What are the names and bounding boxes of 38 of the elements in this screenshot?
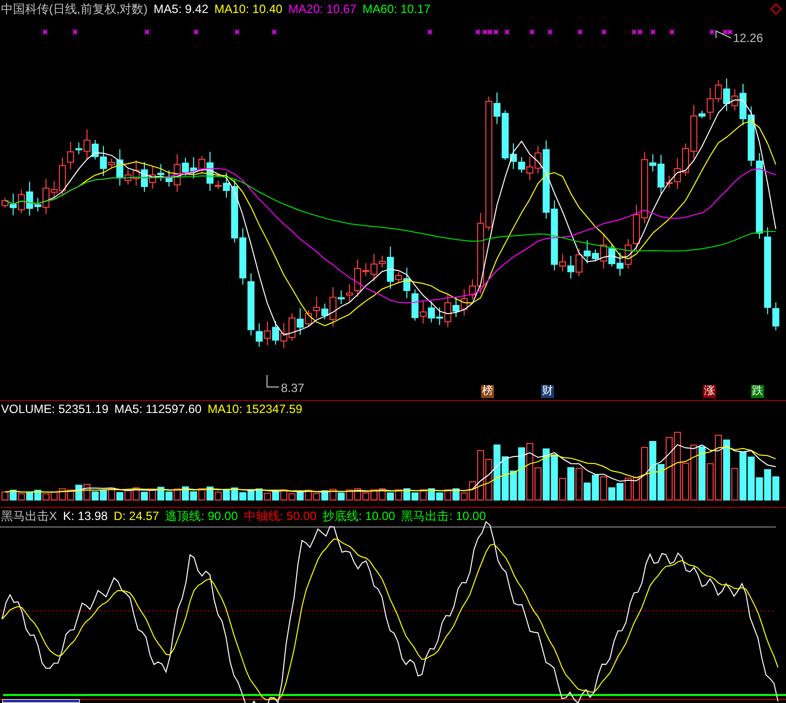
legend-label: 黑马出击X [1, 508, 58, 524]
cross-icon [72, 29, 78, 35]
event-tag[interactable]: 财 [541, 385, 554, 398]
legend-label: 黑马出击: 10.00 [401, 508, 486, 524]
event-tag[interactable]: 榜 [481, 385, 494, 398]
legend-label: 逃顶线: 90.00 [165, 508, 238, 524]
legend-label: MA20: 10.67 [288, 1, 356, 17]
legend-label: MA5: 9.42 [154, 1, 208, 17]
legend-label: MA60: 10.17 [362, 1, 431, 17]
legend-label: VOLUME: 52351.19 [1, 401, 108, 417]
cross-icon [427, 29, 433, 35]
cross-icon [650, 29, 656, 35]
legend-label: MA10: 10.40 [214, 1, 282, 17]
scroll-tab[interactable] [2, 699, 80, 703]
cross-icon [234, 29, 240, 35]
cross-icon [144, 29, 150, 35]
legend-label: D: 24.57 [114, 508, 160, 524]
cross-icon [271, 29, 277, 35]
cross-icon [547, 29, 553, 35]
legend-label: MA5: 112597.60 [114, 401, 202, 417]
cross-icon [193, 29, 199, 35]
cross-icon [42, 29, 48, 35]
diamond-icon[interactable] [770, 3, 782, 15]
cross-icon [709, 29, 715, 35]
cross-icon [504, 29, 510, 35]
event-tag[interactable]: 跌 [751, 385, 764, 398]
chart-title: 中国科传(日线,前复权,对数) [1, 1, 148, 17]
price-label: 12.26 [733, 31, 764, 45]
cross-icon [577, 29, 583, 35]
legend-label: 中轴线: 50.00 [244, 508, 316, 524]
event-tag[interactable]: 涨 [703, 385, 716, 398]
cross-icon [529, 29, 535, 35]
price-label: 8.37 [281, 381, 304, 395]
legend-label: K: 13.98 [63, 508, 108, 524]
legend-label: MA10: 152347.59 [208, 401, 302, 417]
cross-icon [601, 29, 607, 35]
cross-icon [669, 29, 675, 35]
legend-label: 抄底线: 10.00 [322, 508, 396, 524]
